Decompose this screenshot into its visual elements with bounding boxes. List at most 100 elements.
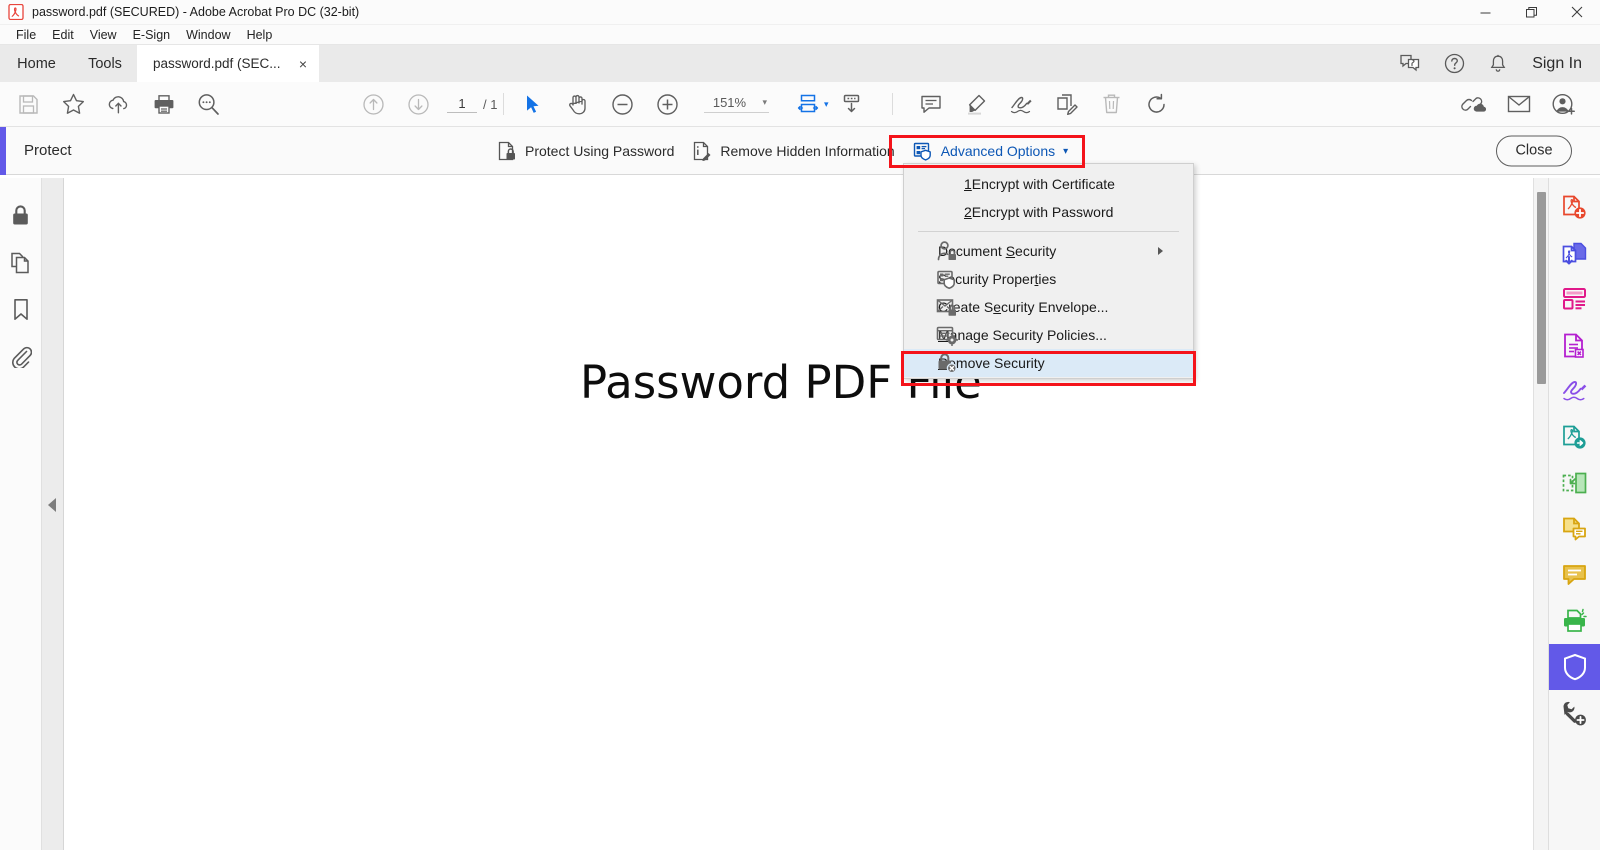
menu-manage-security-policies[interactable]: Manage Security Policies... — [904, 321, 1193, 349]
sign-icon[interactable] — [999, 82, 1044, 127]
menu-window[interactable]: Window — [178, 27, 238, 43]
menu-create-security-envelope-label: Create Security Envelope... — [938, 299, 1109, 315]
menu-mnemonic: 1 — [964, 176, 972, 192]
menu-esign[interactable]: E-Sign — [125, 27, 179, 43]
menu-document-security[interactable]: Document Security — [904, 237, 1193, 265]
tool-export-pdf[interactable] — [1549, 230, 1600, 276]
vertical-scrollbar[interactable] — [1533, 178, 1548, 850]
main-content-area: Password PDF File — [0, 178, 1600, 850]
feedback-icon[interactable] — [1388, 45, 1432, 82]
print-icon[interactable] — [141, 82, 186, 127]
zoom-selector[interactable]: 151% ▾ — [704, 95, 769, 113]
email-icon[interactable] — [1496, 82, 1541, 127]
save-icon[interactable] — [6, 82, 51, 127]
tab-home[interactable]: Home — [0, 45, 73, 82]
menu-remove-security[interactable]: Remove Security — [904, 349, 1193, 377]
menu-encrypt-with-password-label: Encrypt with Password — [971, 204, 1114, 220]
document-viewport: Password PDF File — [64, 178, 1548, 850]
tab-bar-right-actions: Sign In — [1388, 45, 1600, 82]
bookmarks-icon[interactable] — [0, 286, 42, 333]
vertical-scrollbar-thumb[interactable] — [1537, 192, 1546, 384]
security-envelope-icon — [936, 299, 956, 316]
restore-button[interactable] — [1508, 0, 1554, 25]
advanced-options-dropdown-menu: 1 Encrypt with Certificate 2 Encrypt wit… — [903, 163, 1194, 379]
toolbar-divider-1 — [503, 93, 505, 115]
add-person-icon[interactable] — [1541, 82, 1586, 127]
tab-tools[interactable]: Tools — [73, 45, 137, 82]
tool-stamp[interactable] — [1549, 506, 1600, 552]
page-number-input[interactable] — [447, 95, 477, 113]
page-navigation: / 1 — [447, 95, 497, 113]
delete-icon[interactable] — [1089, 82, 1134, 127]
protect-using-password-label: Protect Using Password — [525, 143, 675, 159]
star-icon[interactable] — [51, 82, 96, 127]
page-thumbnails-icon[interactable] — [0, 239, 42, 286]
advanced-options-chevron-icon: ▾ — [1063, 145, 1069, 157]
tool-compare-files[interactable] — [1549, 460, 1600, 506]
tool-scan-and-ocr[interactable] — [1549, 598, 1600, 644]
acrobat-window: password.pdf (SECURED) - Adobe Acrobat P… — [0, 0, 1600, 850]
share-link-icon[interactable] — [1451, 82, 1496, 127]
close-window-button[interactable] — [1554, 0, 1600, 25]
tab-document[interactable]: password.pdf (SEC... × — [137, 45, 319, 82]
menu-help[interactable]: Help — [239, 27, 281, 43]
protect-toolbar-title: Protect — [24, 142, 72, 159]
collapse-panel-arrow[interactable] — [48, 498, 56, 512]
help-icon[interactable] — [1432, 45, 1476, 82]
protect-using-password-button[interactable]: Protect Using Password — [488, 134, 683, 168]
remove-hidden-information-button[interactable]: Remove Hidden Information — [683, 134, 903, 168]
tool-protect[interactable] — [1548, 644, 1600, 690]
tool-comment[interactable] — [1549, 552, 1600, 598]
fit-page-icon[interactable] — [829, 82, 874, 127]
menu-view[interactable]: View — [82, 27, 125, 43]
main-toolbar: / 1 151% ▾ — [0, 82, 1600, 127]
menu-create-security-envelope[interactable]: Create Security Envelope... — [904, 293, 1193, 321]
rotate-icon[interactable] — [1134, 82, 1179, 127]
tool-more-tools[interactable] — [1549, 690, 1600, 736]
menu-security-properties[interactable]: Security Properties — [904, 265, 1193, 293]
menu-file[interactable]: File — [8, 27, 44, 43]
tool-edit-pdf[interactable] — [1549, 276, 1600, 322]
menu-encrypt-with-password[interactable]: 2 Encrypt with Password — [904, 198, 1193, 226]
attachments-icon[interactable] — [0, 333, 42, 380]
security-lock-icon[interactable] — [0, 192, 42, 239]
window-title: password.pdf (SECURED) - Adobe Acrobat P… — [32, 5, 360, 19]
advanced-options-label: Advanced Options — [940, 143, 1056, 159]
tools-rail — [1548, 178, 1600, 850]
previous-page-icon[interactable] — [351, 82, 396, 127]
protect-toolbar: Protect Protect Using Password Remove Hi… — [0, 127, 1600, 175]
tab-close-icon[interactable]: × — [299, 57, 307, 71]
panel-collapse-gutter[interactable] — [42, 178, 64, 850]
edit-pdf-icon[interactable] — [1044, 82, 1089, 127]
menu-edit[interactable]: Edit — [44, 27, 82, 43]
document-security-icon — [937, 241, 956, 261]
highlight-icon[interactable] — [954, 82, 999, 127]
menu-manage-security-policies-label: Manage Security Policies... — [938, 327, 1107, 343]
search-icon[interactable] — [186, 82, 231, 127]
next-page-icon[interactable] — [396, 82, 441, 127]
tool-send-for-comments[interactable] — [1549, 414, 1600, 460]
tool-create-pdf[interactable] — [1549, 184, 1600, 230]
tab-bar: Home Tools password.pdf (SEC... × Sign I… — [0, 45, 1600, 82]
zoom-in-icon[interactable] — [645, 82, 690, 127]
comment-icon[interactable] — [909, 82, 954, 127]
menu-encrypt-with-certificate[interactable]: 1 Encrypt with Certificate — [904, 170, 1193, 198]
acrobat-logo-icon — [8, 4, 24, 20]
tab-document-label: password.pdf (SEC... — [153, 56, 281, 71]
tool-organize-pages[interactable] — [1549, 322, 1600, 368]
title-bar: password.pdf (SECURED) - Adobe Acrobat P… — [0, 0, 1600, 25]
lock-document-icon — [498, 141, 515, 161]
remove-hidden-information-label: Remove Hidden Information — [720, 143, 895, 159]
minimize-button[interactable] — [1462, 0, 1508, 25]
cloud-upload-icon[interactable] — [96, 82, 141, 127]
close-protect-toolbar-button[interactable]: Close — [1496, 135, 1572, 166]
notifications-bell-icon[interactable] — [1476, 45, 1520, 82]
zoom-out-icon[interactable] — [600, 82, 645, 127]
remove-security-icon — [938, 353, 957, 374]
sign-in-button[interactable]: Sign In — [1532, 55, 1582, 73]
menu-encrypt-with-certificate-label: Encrypt with Certificate — [971, 176, 1115, 192]
hand-tool-icon[interactable] — [555, 82, 600, 127]
tool-fill-and-sign[interactable] — [1549, 368, 1600, 414]
select-tool-icon[interactable] — [510, 82, 555, 127]
window-controls — [1462, 0, 1600, 25]
